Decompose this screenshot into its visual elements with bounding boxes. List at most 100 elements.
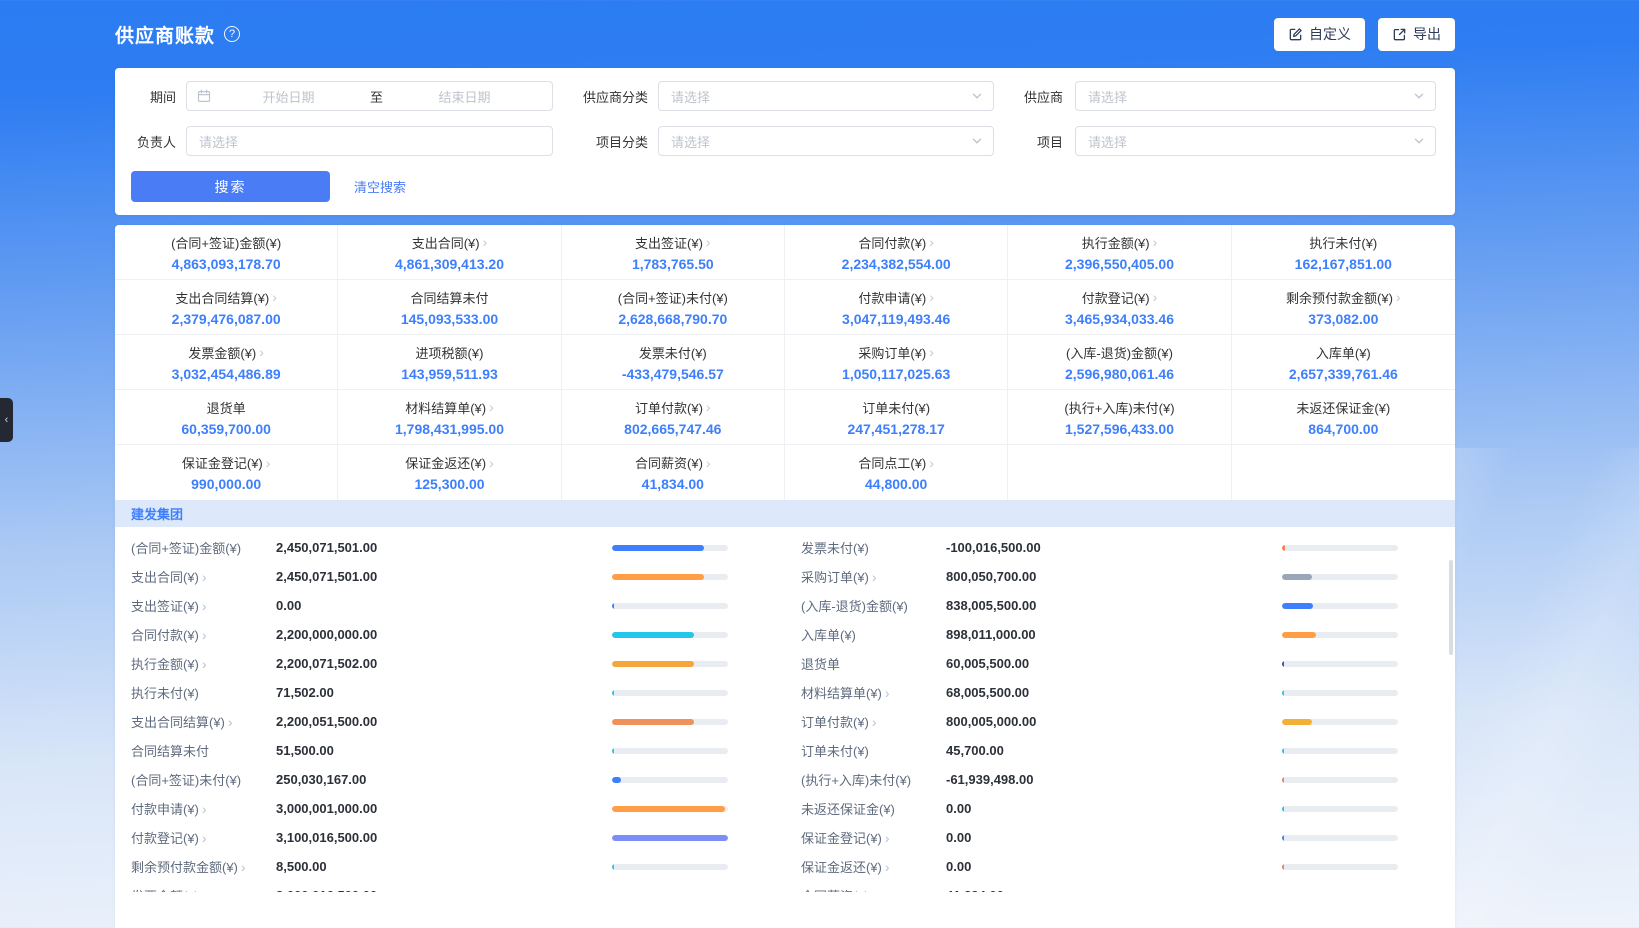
metric-value: 8,500.00 <box>276 859 327 874</box>
project-select[interactable]: 请选择 <box>1075 126 1436 156</box>
summary-cell-label[interactable]: 支出合同(¥) › <box>412 233 488 252</box>
metric-value: -100,016,500.00 <box>946 540 1041 555</box>
chevron-right-icon: › <box>228 715 233 729</box>
summary-cell-label[interactable]: 付款登记(¥) › <box>1082 288 1158 307</box>
summary-cell: (执行+入库)未付(¥) 1,527,596,433.00 <box>1008 390 1231 445</box>
chevron-right-icon: › <box>885 831 890 845</box>
metric-bar-track <box>612 632 728 638</box>
search-button[interactable]: 搜索 <box>131 171 330 202</box>
drawer-toggle[interactable]: ‹ <box>0 398 13 442</box>
metric-label: 退货单 <box>785 654 946 673</box>
summary-cell-label[interactable]: 执行金额(¥) › <box>1082 233 1158 252</box>
metric-bar-fill <box>1282 748 1284 754</box>
metric-label[interactable]: 付款申请(¥) › <box>115 799 276 818</box>
summary-cell: 支出合同结算(¥) › 2,379,476,087.00 <box>115 280 338 335</box>
clear-search-link[interactable]: 清空搜索 <box>354 177 406 196</box>
metric-label[interactable]: 支出合同结算(¥) › <box>115 712 276 731</box>
metric-label[interactable]: 合同薪资(¥) › <box>785 886 946 892</box>
metric-row: 保证金返还(¥) › 0.00 <box>785 852 1455 881</box>
summary-cell-label[interactable]: 合同薪资(¥) › <box>635 453 711 472</box>
summary-cell-value: 2,628,668,790.70 <box>618 311 727 327</box>
summary-cell-label[interactable]: 发票金额(¥) › <box>188 343 264 362</box>
metric-label[interactable]: 材料结算单(¥) › <box>785 683 946 702</box>
summary-cell: (合同+签证)未付(¥) 2,628,668,790.70 <box>562 280 785 335</box>
header-actions: 自定义 导出 <box>1274 18 1455 51</box>
project-category-select[interactable]: 请选择 <box>658 126 994 156</box>
summary-cell-label[interactable]: 合同付款(¥) › <box>858 233 934 252</box>
supplier-select[interactable]: 请选择 <box>1075 81 1436 111</box>
metric-name: 合同薪资(¥) <box>801 886 869 892</box>
owner-input[interactable]: 请选择 <box>186 126 553 156</box>
summary-cell-label[interactable]: 保证金登记(¥) › <box>182 453 271 472</box>
metric-label[interactable]: 合同付款(¥) › <box>115 625 276 644</box>
summary-cell-empty <box>1232 445 1455 500</box>
summary-cell-label[interactable]: 订单付款(¥) › <box>635 398 711 417</box>
metric-label[interactable]: 订单付款(¥) › <box>785 712 946 731</box>
metric-bar-track <box>612 777 728 783</box>
help-icon[interactable]: ? <box>224 26 240 42</box>
metric-bar-fill <box>1282 835 1284 841</box>
summary-cell-label: 进项税额(¥) <box>416 343 484 362</box>
summary-cell: 发票未付(¥) -433,479,546.57 <box>562 335 785 390</box>
chevron-right-icon: › <box>202 831 207 845</box>
summary-cell-value: 2,596,980,061.46 <box>1065 366 1174 382</box>
metric-bar-track <box>1282 719 1398 725</box>
summary-metric-name: 退货单 <box>207 398 246 417</box>
summary-cell: 保证金返还(¥) › 125,300.00 <box>338 445 561 500</box>
export-button[interactable]: 导出 <box>1378 18 1455 51</box>
metric-row: (合同+签证)金额(¥) 2,450,071,501.00 <box>115 533 785 562</box>
summary-cell: 付款登记(¥) › 3,465,934,033.46 <box>1008 280 1231 335</box>
metric-row: 合同薪资(¥) › 41,834.00 <box>785 881 1455 892</box>
summary-cell-label: 合同结算未付 <box>410 288 488 307</box>
metric-bar-fill <box>612 661 694 667</box>
customize-button[interactable]: 自定义 <box>1274 18 1365 51</box>
summary-cell: 采购订单(¥) › 1,050,117,025.63 <box>785 335 1008 390</box>
metric-name: 支出合同(¥) <box>131 567 199 586</box>
summary-cell-label[interactable]: 支出合同结算(¥) › <box>175 288 277 307</box>
metric-row: (执行+入库)未付(¥) -61,939,498.00 <box>785 765 1455 794</box>
metric-row: 订单付款(¥) › 800,005,000.00 <box>785 707 1455 736</box>
metric-value: 2,450,071,501.00 <box>276 569 377 584</box>
summary-cell-label[interactable]: 保证金返还(¥) › <box>405 453 494 472</box>
metric-label[interactable]: 保证金返还(¥) › <box>785 857 946 876</box>
accounts-data-card: (合同+签证)金额(¥) 4,863,093,178.70 支出合同(¥) › … <box>115 225 1455 928</box>
summary-cell-label[interactable]: 合同点工(¥) › <box>858 453 934 472</box>
metric-label[interactable]: 支出签证(¥) › <box>115 596 276 615</box>
supplier-category-label: 供应商分类 <box>553 87 648 106</box>
metric-name: (入库-退货)金额(¥) <box>801 596 908 615</box>
metric-label: 合同结算未付 <box>115 741 276 760</box>
filter-row-2: 负责人 请选择 项目分类 请选择 项目 请选择 <box>131 126 1439 156</box>
summary-cell-label[interactable]: 材料结算单(¥) › <box>405 398 494 417</box>
scrollbar-thumb[interactable] <box>1449 560 1453 655</box>
metric-label[interactable]: 剩余预付款金额(¥) › <box>115 857 276 876</box>
metric-label: 执行未付(¥) <box>115 683 276 702</box>
summary-cell: 材料结算单(¥) › 1,798,431,995.00 <box>338 390 561 445</box>
summary-cell-label[interactable]: 支出签证(¥) › <box>635 233 711 252</box>
group-name-link[interactable]: 建发集团 <box>131 504 183 523</box>
summary-metric-name: 执行金额(¥) <box>1082 233 1150 252</box>
metric-value: 45,700.00 <box>946 743 1004 758</box>
start-date-placeholder: 开始日期 <box>211 87 366 106</box>
summary-cell-label[interactable]: 付款申请(¥) › <box>858 288 934 307</box>
chevron-right-icon: › <box>929 456 934 470</box>
metric-label[interactable]: 发票金额(¥) › <box>115 886 276 892</box>
metric-label[interactable]: 支出合同(¥) › <box>115 567 276 586</box>
metric-bar-track <box>612 748 728 754</box>
summary-cell: 剩余预付款金额(¥) › 373,082.00 <box>1232 280 1455 335</box>
summary-cell-label[interactable]: 采购订单(¥) › <box>858 343 934 362</box>
chevron-right-icon: › <box>1153 235 1158 249</box>
metric-name: 保证金登记(¥) <box>801 828 882 847</box>
metric-label[interactable]: 执行金额(¥) › <box>115 654 276 673</box>
chevron-right-icon: › <box>272 290 277 304</box>
summary-metric-name: 材料结算单(¥) <box>405 398 486 417</box>
supplier-category-select[interactable]: 请选择 <box>658 81 994 111</box>
summary-metric-name: 付款登记(¥) <box>1082 288 1150 307</box>
metric-label[interactable]: 保证金登记(¥) › <box>785 828 946 847</box>
chevron-right-icon: › <box>202 628 207 642</box>
date-range-input[interactable]: 开始日期 至 结束日期 <box>186 81 553 111</box>
metric-label[interactable]: 采购订单(¥) › <box>785 567 946 586</box>
metric-value: 0.00 <box>276 598 301 613</box>
summary-cell-label[interactable]: 剩余预付款金额(¥) › <box>1286 288 1401 307</box>
metric-label[interactable]: 付款登记(¥) › <box>115 828 276 847</box>
metric-bar-fill <box>1282 603 1313 609</box>
